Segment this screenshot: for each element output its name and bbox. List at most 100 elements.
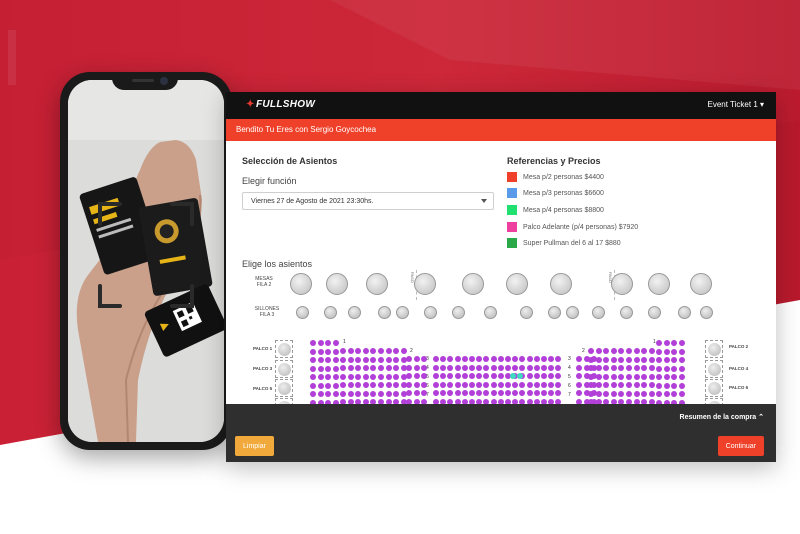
pullman-seat[interactable] <box>476 381 483 388</box>
armchair-seat[interactable] <box>424 306 437 319</box>
pullman-seat[interactable] <box>641 373 648 380</box>
pullman-seat[interactable] <box>362 373 369 380</box>
pullman-seat[interactable] <box>325 391 332 397</box>
pullman-seat[interactable] <box>385 348 392 354</box>
pullman-seat[interactable] <box>370 373 377 380</box>
pullman-seat[interactable] <box>678 382 685 389</box>
pullman-seat[interactable] <box>332 374 339 380</box>
pullman-seat[interactable] <box>393 390 400 397</box>
pullman-seat[interactable] <box>533 373 540 379</box>
pullman-seat[interactable] <box>340 356 346 363</box>
pullman-seat[interactable] <box>406 390 412 396</box>
pullman-seat[interactable] <box>671 348 678 355</box>
pullman-seat[interactable] <box>626 373 632 380</box>
pullman-seat[interactable] <box>526 364 533 371</box>
pullman-seat[interactable] <box>633 356 640 363</box>
pullman-seat[interactable] <box>671 391 678 397</box>
pullman-seat[interactable] <box>610 348 617 354</box>
pullman-seat[interactable] <box>671 365 678 372</box>
pullman-seat[interactable] <box>663 365 670 372</box>
pullman-seat[interactable] <box>347 382 354 388</box>
pullman-seat[interactable] <box>576 364 582 371</box>
palco-box[interactable] <box>705 360 723 378</box>
armchair-seat[interactable] <box>324 306 337 319</box>
pullman-seat[interactable] <box>347 373 354 380</box>
pullman-seat[interactable] <box>548 373 555 379</box>
pullman-seat[interactable] <box>603 348 610 354</box>
pullman-seat[interactable] <box>588 365 594 371</box>
pullman-seat[interactable] <box>541 356 547 362</box>
pullman-seat[interactable] <box>648 382 655 388</box>
pullman-seat[interactable] <box>413 390 420 396</box>
pullman-seat[interactable] <box>310 340 316 346</box>
pullman-seat[interactable] <box>393 382 400 388</box>
pullman-seat[interactable] <box>347 356 354 363</box>
palco-box[interactable] <box>275 379 293 397</box>
armchair-seat[interactable] <box>296 306 309 319</box>
pullman-seat[interactable] <box>541 390 547 396</box>
pullman-seat[interactable] <box>656 374 662 380</box>
pullman-seat[interactable] <box>317 391 324 397</box>
pullman-seat[interactable] <box>440 381 447 388</box>
pullman-seat[interactable] <box>385 382 392 388</box>
pullman-seat[interactable] <box>490 364 497 371</box>
pullman-seat[interactable] <box>454 364 461 371</box>
pullman-seat[interactable] <box>497 364 504 371</box>
pullman-seat[interactable] <box>393 356 400 363</box>
pullman-seat[interactable] <box>461 390 468 396</box>
pullman-seat[interactable] <box>588 382 594 388</box>
table-seat[interactable] <box>326 273 348 295</box>
pullman-seat[interactable] <box>325 357 332 363</box>
pullman-seat[interactable] <box>433 356 439 362</box>
pullman-seat[interactable] <box>340 382 346 388</box>
pullman-seat[interactable] <box>533 356 540 362</box>
pullman-seat[interactable] <box>469 364 475 371</box>
armchair-seat[interactable] <box>548 306 561 319</box>
pullman-seat[interactable] <box>497 373 504 379</box>
pullman-seat[interactable] <box>526 373 533 379</box>
pullman-seat[interactable] <box>541 381 547 388</box>
pullman-seat[interactable] <box>641 348 648 354</box>
pullman-seat[interactable] <box>490 381 497 388</box>
armchair-seat[interactable] <box>484 306 497 319</box>
pullman-seat[interactable] <box>595 348 602 354</box>
pullman-seat[interactable] <box>663 348 670 355</box>
pullman-seat[interactable] <box>678 391 685 397</box>
pullman-seat[interactable] <box>576 373 582 379</box>
pullman-seat[interactable] <box>476 390 483 396</box>
pullman-seat[interactable] <box>433 381 439 388</box>
pullman-seat[interactable] <box>461 373 468 379</box>
pullman-seat[interactable] <box>603 373 610 380</box>
pullman-seat[interactable] <box>618 382 625 388</box>
account-menu[interactable]: Event Ticket 1 ▾ <box>708 100 764 109</box>
pullman-seat[interactable] <box>340 365 346 371</box>
pullman-seat[interactable] <box>656 391 662 397</box>
pullman-seat[interactable] <box>317 340 324 346</box>
pullman-seat[interactable] <box>370 348 377 354</box>
pullman-seat[interactable] <box>603 390 610 397</box>
pullman-seat[interactable] <box>310 391 316 397</box>
pullman-seat[interactable] <box>454 381 461 388</box>
pullman-seat[interactable] <box>526 381 533 388</box>
continue-button[interactable]: Continuar <box>717 436 764 456</box>
pullman-seat[interactable] <box>603 382 610 388</box>
pullman-seat[interactable] <box>385 373 392 380</box>
pullman-seat[interactable] <box>385 365 392 371</box>
pullman-seat[interactable] <box>541 364 547 371</box>
palco-box[interactable] <box>275 340 293 358</box>
pullman-seat[interactable] <box>433 373 439 379</box>
pullman-seat[interactable] <box>576 381 582 388</box>
pullman-seat[interactable] <box>678 340 685 346</box>
pullman-seat[interactable] <box>385 356 392 363</box>
pullman-seat[interactable] <box>310 348 316 355</box>
pullman-seat[interactable] <box>595 365 602 371</box>
pullman-seat[interactable] <box>362 390 369 397</box>
pullman-seat[interactable] <box>648 365 655 371</box>
pullman-seat[interactable] <box>393 348 400 354</box>
pullman-seat[interactable] <box>355 390 362 397</box>
pullman-seat[interactable] <box>325 374 332 380</box>
palco-box[interactable] <box>705 340 723 358</box>
pullman-seat[interactable] <box>648 390 655 397</box>
pullman-seat[interactable] <box>618 390 625 397</box>
pullman-seat[interactable] <box>370 365 377 371</box>
